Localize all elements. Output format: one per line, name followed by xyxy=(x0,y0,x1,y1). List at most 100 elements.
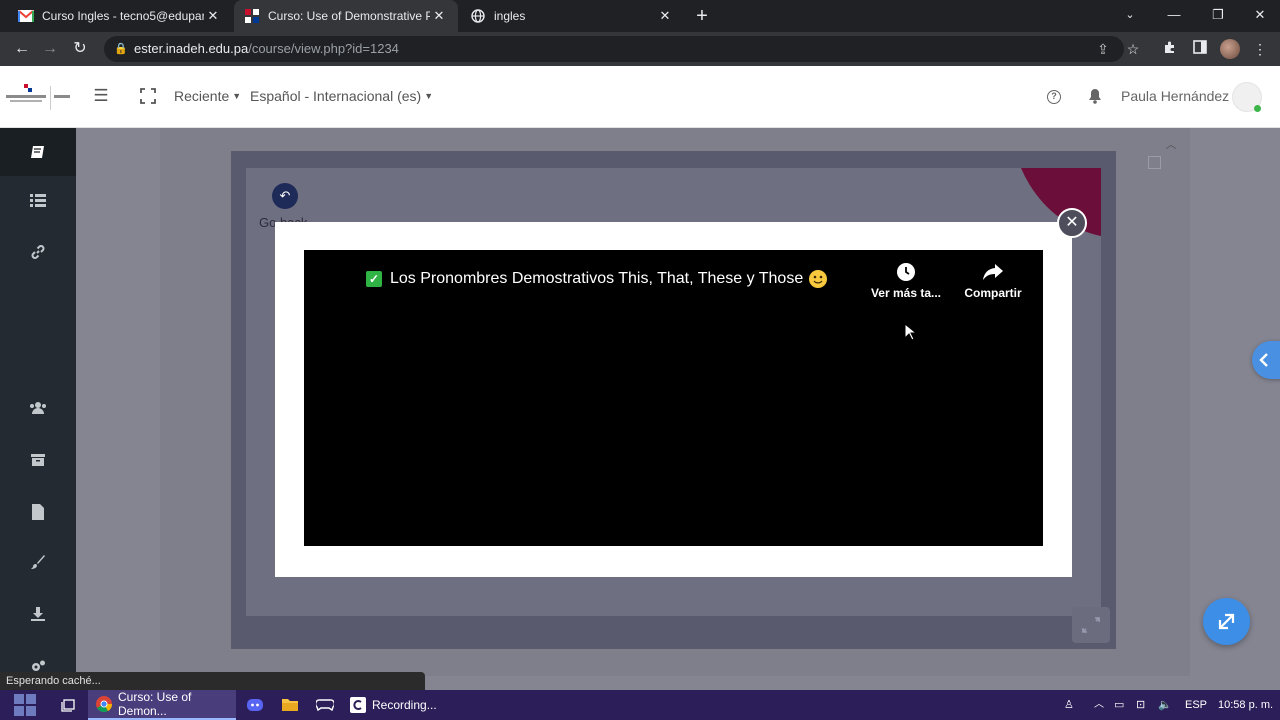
sidebar-item-archive[interactable] xyxy=(0,436,76,484)
video-title-text: Los Pronombres Demostrativos This, That,… xyxy=(390,270,804,287)
go-back-icon[interactable]: ↶ xyxy=(272,183,298,209)
extensions-icon[interactable] xyxy=(1158,37,1182,61)
share-label: Compartir xyxy=(964,286,1022,300)
network-icon[interactable]: ⊡ xyxy=(1136,690,1152,720)
share-button[interactable]: Compartir xyxy=(958,262,1028,300)
share-arrow-icon xyxy=(958,262,1028,282)
tab-title: Curso Ingles - tecno5@edupan.c xyxy=(42,9,204,23)
back-button[interactable]: ← xyxy=(10,37,34,61)
expand-button[interactable] xyxy=(1203,598,1250,645)
sidebar-item-participants[interactable] xyxy=(0,384,76,432)
globe-icon xyxy=(470,8,486,24)
discord-icon xyxy=(247,699,263,711)
users-icon xyxy=(30,402,46,414)
chevron-up-icon[interactable]: ︿ xyxy=(1164,136,1178,151)
gmail-icon xyxy=(18,8,34,24)
file-icon xyxy=(32,504,44,520)
language-menu-label: Español - Internacional (es) xyxy=(250,88,422,104)
tab-close-icon[interactable]: ✕ xyxy=(204,8,222,24)
task-view-button[interactable] xyxy=(56,690,82,720)
activity-fullscreen-button[interactable] xyxy=(1072,607,1110,643)
sidebar-item-file[interactable] xyxy=(0,488,76,536)
tab-title: Curso: Use of Demonstrative Pro xyxy=(268,9,430,23)
volume-icon[interactable]: 🔈 xyxy=(1158,690,1174,720)
game-icon xyxy=(316,699,334,712)
tab-search-icon[interactable]: ⌄ xyxy=(1108,0,1152,32)
watch-later-label: Ver más ta... xyxy=(870,286,942,300)
battery-icon[interactable]: ▭ xyxy=(1114,690,1130,720)
language-menu[interactable]: Español - Internacional (es) ▼ xyxy=(250,88,433,104)
site-logo[interactable] xyxy=(4,82,72,112)
online-status-dot xyxy=(1254,105,1261,112)
restore-button[interactable]: ❐ xyxy=(1196,0,1240,32)
site-header: ☰ Reciente ▼ Español - Internacional (es)… xyxy=(0,66,1280,128)
task-view-icon xyxy=(61,699,75,712)
taskbar-item-explorer[interactable] xyxy=(282,690,300,720)
address-bar[interactable]: 🔒 ester.inadeh.edu.pa/course/view.php?id… xyxy=(104,36,1124,62)
reload-button[interactable]: ↻ xyxy=(68,37,92,61)
moodle-favicon xyxy=(244,8,260,24)
book-icon xyxy=(31,146,44,158)
url-path: /course/view.php?id=1234 xyxy=(248,41,399,56)
sidebar-item-list[interactable] xyxy=(0,176,76,224)
lock-icon: 🔒 xyxy=(114,43,128,55)
browser-tab-course[interactable]: Curso: Use of Demonstrative Pro ✕ xyxy=(234,0,458,32)
minimize-button[interactable]: — xyxy=(1152,0,1196,32)
fullscreen-icon[interactable] xyxy=(140,88,156,104)
windows-taskbar: Curso: Use of Demon... Recording... ♙ ︿ … xyxy=(0,690,1280,720)
video-title[interactable]: ✓ Los Pronombres Demostrativos This, Tha… xyxy=(366,270,828,288)
taskbar-item-label: Recording... xyxy=(372,698,437,712)
modal-close-button[interactable]: ✕ xyxy=(1057,208,1087,238)
drawer-toggle-button[interactable] xyxy=(1252,341,1280,379)
input-language[interactable]: ESP xyxy=(1185,690,1207,720)
menu-toggle-icon[interactable]: ☰ xyxy=(92,87,110,105)
link-icon xyxy=(31,245,45,259)
clock-time[interactable]: 10:58 p. m. xyxy=(1218,690,1273,720)
clock-icon xyxy=(866,262,946,282)
taskbar-item-label: Curso: Use of Demon... xyxy=(118,690,192,718)
people-icon[interactable]: ♙ xyxy=(1064,690,1080,720)
recent-menu-label: Reciente xyxy=(174,88,230,104)
completion-checkbox[interactable] xyxy=(1148,156,1161,169)
start-button[interactable] xyxy=(10,690,40,720)
user-name[interactable]: Paula Hernández xyxy=(1121,88,1229,104)
course-sidebar xyxy=(0,128,76,690)
browser-tab-bar: Curso Ingles - tecno5@edupan.c ✕ Curso: … xyxy=(0,0,1280,32)
show-hidden-icons-chevron[interactable]: ︿ xyxy=(1094,690,1106,720)
mouse-cursor-icon xyxy=(904,322,918,341)
url-host: ester.inadeh.edu.pa xyxy=(134,41,249,56)
tab-close-icon[interactable]: ✕ xyxy=(430,8,448,24)
sidebar-item-book[interactable] xyxy=(0,128,76,176)
recorder-icon xyxy=(350,697,366,713)
side-panel-icon[interactable] xyxy=(1188,37,1212,61)
recent-menu[interactable]: Reciente ▼ xyxy=(174,88,241,104)
folder-icon xyxy=(282,699,298,711)
browser-menu-icon[interactable]: ⋮ xyxy=(1248,37,1272,61)
browser-profile-avatar[interactable] xyxy=(1220,39,1240,59)
list-icon xyxy=(30,194,46,207)
bookmark-star-icon[interactable]: ☆ xyxy=(1121,37,1145,61)
watch-later-button[interactable]: Ver más ta... xyxy=(866,262,946,300)
forward-button[interactable]: → xyxy=(38,37,62,61)
taskbar-item-game[interactable] xyxy=(316,690,334,720)
tab-title: ingles xyxy=(494,9,526,23)
cogs-icon xyxy=(32,660,45,671)
check-mark-icon: ✓ xyxy=(366,271,382,287)
smiley-emoji-icon xyxy=(809,270,828,288)
brush-icon xyxy=(31,555,45,569)
browser-tab-ingles[interactable]: ingles ✕ xyxy=(460,0,684,32)
browser-tab-gmail[interactable]: Curso Ingles - tecno5@edupan.c ✕ xyxy=(8,0,232,32)
taskbar-item-discord[interactable] xyxy=(246,690,266,720)
taskbar-item-recorder[interactable]: Recording... xyxy=(346,690,486,720)
sidebar-item-download[interactable] xyxy=(0,590,76,638)
taskbar-item-chrome[interactable]: Curso: Use of Demon... xyxy=(88,690,236,720)
new-tab-button[interactable]: + xyxy=(692,4,712,28)
tab-close-icon[interactable]: ✕ xyxy=(656,8,674,24)
window-close-button[interactable]: ✕ xyxy=(1238,0,1280,32)
sidebar-item-link[interactable] xyxy=(0,228,76,276)
sidebar-item-brush[interactable] xyxy=(0,538,76,586)
notifications-bell-icon[interactable] xyxy=(1088,88,1102,104)
share-page-icon[interactable]: ⇪ xyxy=(1093,36,1113,62)
caret-down-icon: ▼ xyxy=(424,91,434,101)
help-icon[interactable]: ? xyxy=(1047,90,1061,104)
